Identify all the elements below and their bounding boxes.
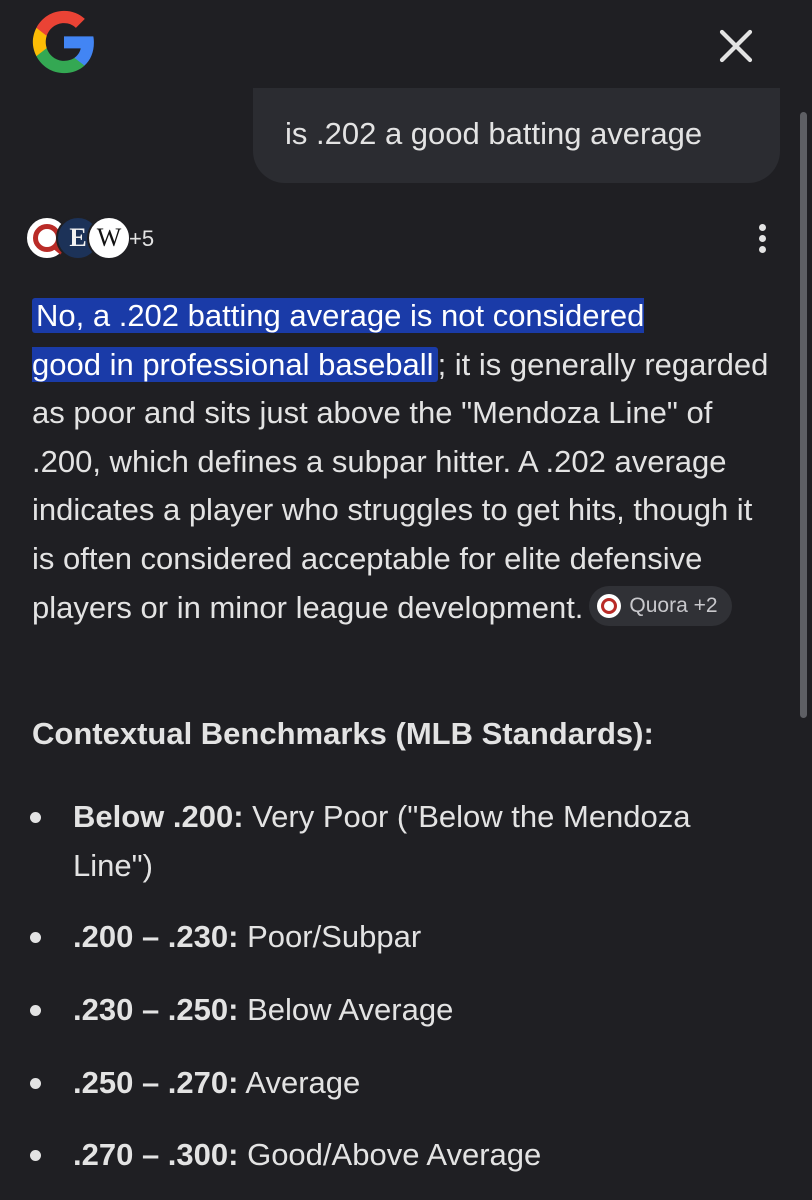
user-query-bubble: is .202 a good batting average — [253, 88, 780, 183]
bullet-icon — [30, 1078, 41, 1089]
more-options-icon[interactable] — [745, 220, 779, 260]
ai-answer-screen: is .202 a good batting average E W +5 No… — [0, 0, 812, 1200]
section-heading: Contextual Benchmarks (MLB Standards): — [32, 716, 654, 751]
bullet-icon — [30, 1150, 41, 1161]
close-icon[interactable] — [712, 22, 760, 70]
citation-chip-label: Quora +2 — [629, 594, 718, 618]
benchmark-label: Poor/Subpar — [238, 919, 422, 954]
citation-chip[interactable]: Quora +2 — [589, 586, 732, 627]
bullet-icon — [30, 1005, 41, 1016]
bullet-icon — [30, 812, 41, 823]
bullet-icon — [30, 932, 41, 943]
benchmark-range: .230 – .250: — [73, 992, 239, 1027]
benchmark-range: Below .200: — [73, 799, 244, 834]
wikipedia-icon: W — [87, 216, 131, 260]
benchmark-range: .250 – .270: — [73, 1065, 239, 1100]
benchmark-label: Below Average — [238, 992, 454, 1027]
more-sources-count[interactable]: +5 — [129, 226, 154, 252]
sources-row[interactable]: E W +5 — [25, 216, 225, 262]
benchmark-range: .200 – .230: — [73, 919, 239, 954]
scrollbar[interactable] — [800, 112, 807, 718]
user-query-text: is .202 a good batting average — [285, 116, 703, 151]
benchmark-label: Average — [238, 1065, 361, 1100]
benchmark-label: Good/Above Average — [238, 1137, 542, 1172]
google-logo-icon[interactable] — [30, 8, 98, 76]
quora-icon — [597, 594, 622, 619]
answer-paragraph: No, a .202 batting average is not consid… — [32, 292, 777, 632]
benchmark-range: .270 – .300: — [73, 1137, 239, 1172]
